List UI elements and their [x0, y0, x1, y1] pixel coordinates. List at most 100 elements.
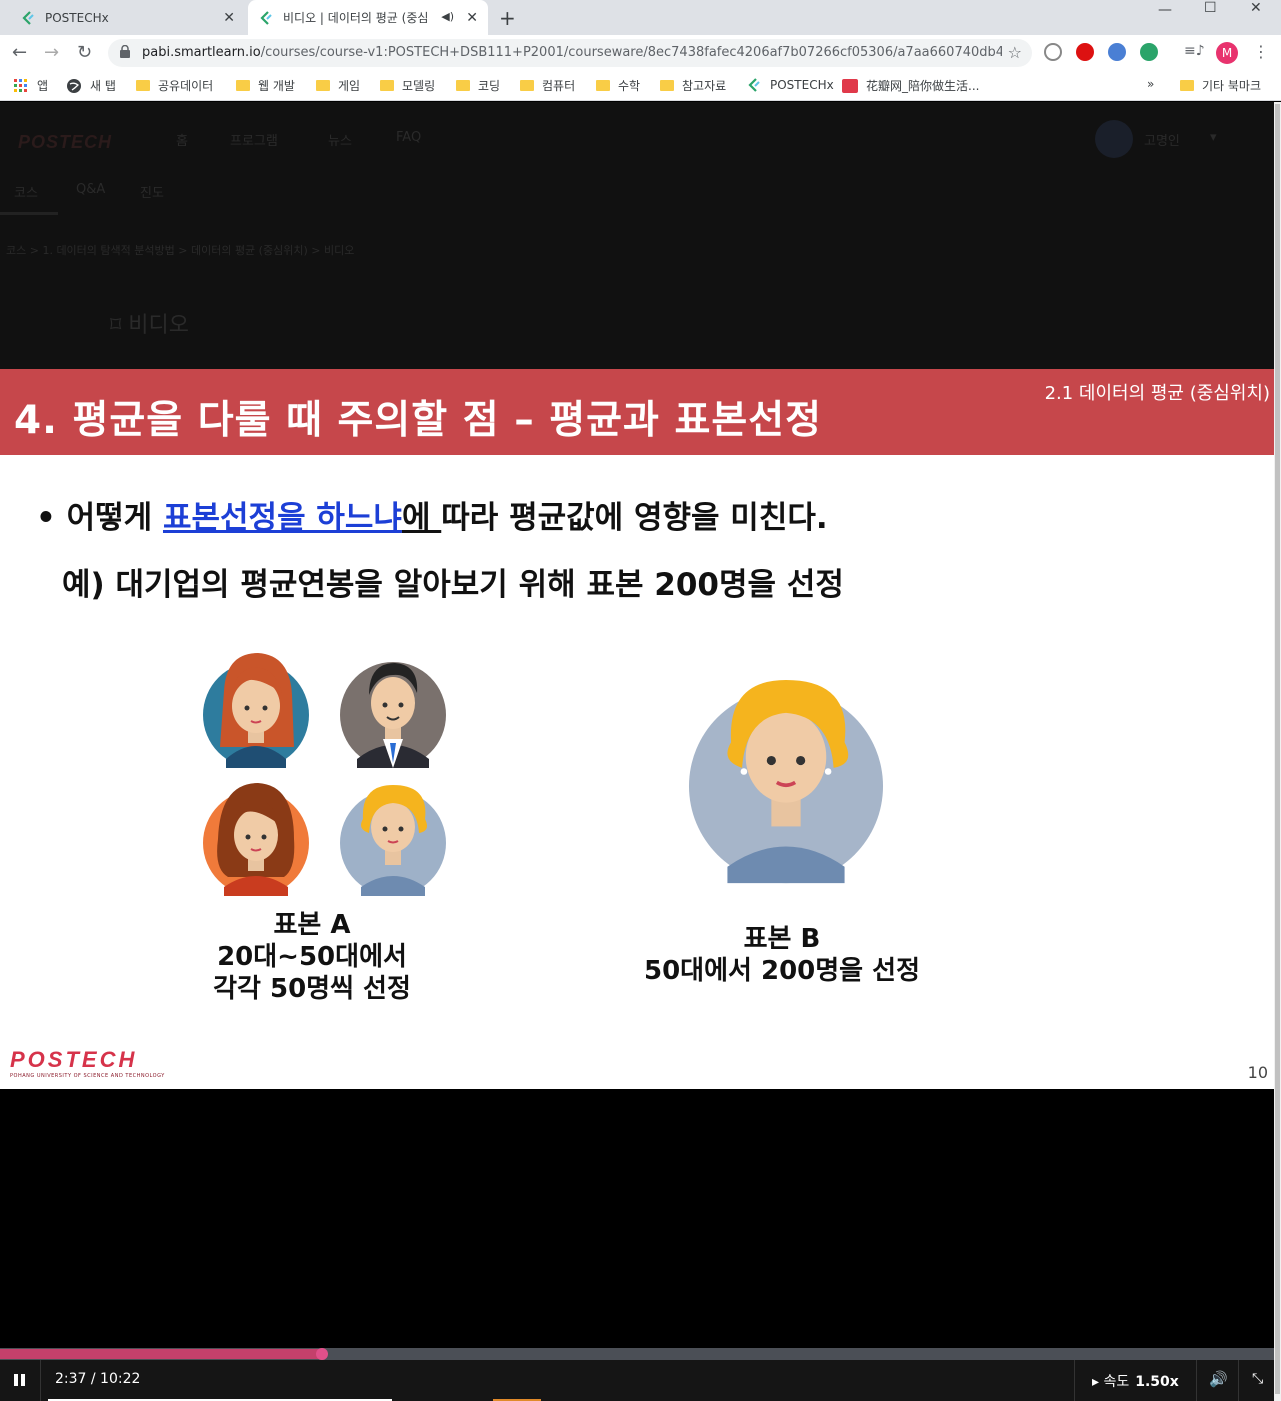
- audio-playing-icon[interactable]: ◀): [441, 10, 454, 23]
- highlight-link: 표본선정을 하느냐: [162, 500, 402, 536]
- folder-icon: [236, 80, 250, 91]
- reload-button[interactable]: ↻: [77, 42, 92, 63]
- extension-icon[interactable]: [1044, 43, 1062, 61]
- site-logo[interactable]: POSTECH: [18, 132, 112, 153]
- sample-b-caption: 표본 B 50대에서 200명을 선정: [620, 923, 944, 987]
- bookmark-folder[interactable]: 코딩: [456, 77, 500, 94]
- bookmark-folder[interactable]: 컴퓨터: [520, 77, 575, 94]
- browser-menu-icon[interactable]: ⋮: [1253, 42, 1269, 61]
- extension-icon[interactable]: [1076, 43, 1094, 61]
- browser-toolbar: ← → ↻ pabi.smartlearn.io/courses/course-…: [0, 35, 1281, 71]
- bookmark-postechx[interactable]: POSTECHx: [746, 77, 834, 93]
- bookmark-folder[interactable]: 웹 개발: [236, 77, 295, 94]
- bookmark-folder[interactable]: 공유데이터: [136, 77, 213, 94]
- forward-button[interactable]: →: [44, 42, 59, 63]
- user-avatar[interactable]: [1095, 120, 1133, 158]
- bookmark-label: 수학: [618, 79, 641, 93]
- apps-grid-icon: [14, 78, 27, 92]
- bookmark-star-icon[interactable]: ☆: [1008, 43, 1022, 62]
- bookmark-folder[interactable]: 수학: [596, 77, 640, 94]
- course-page: POSTECH 홈 프로그램 뉴스 FAQ 고명인 ▾ 코스 Q&A 진도 코스…: [0, 102, 1281, 369]
- bookmark-huaban[interactable]: 花瓣网_陪你做生活...: [842, 77, 979, 94]
- close-window-button[interactable]: ✕: [1250, 0, 1262, 16]
- new-tab-button[interactable]: +: [499, 6, 516, 30]
- unit-title: ⌑ 비디오: [110, 307, 189, 339]
- tab-video[interactable]: 비디오 | 데이터의 평균 (중심 ◀) ✕: [248, 0, 488, 35]
- divider: [1238, 1360, 1239, 1401]
- bookmark-label: 모델링: [402, 79, 436, 93]
- sample-b-line: 50대에서 200명을 선정: [644, 956, 920, 986]
- scrollbar-thumb[interactable]: [1275, 104, 1280, 1394]
- slide-section-label: 2.1 데이터의 평균 (중심위치): [1044, 383, 1270, 404]
- url-host: pabi.smartlearn.io: [142, 45, 261, 60]
- line-prefix: 어떻게: [66, 500, 163, 536]
- sample-a-line: 20대~50대에서: [217, 942, 407, 972]
- nav-home[interactable]: 홈: [176, 130, 188, 149]
- bookmark-label: 공유데이터: [158, 79, 214, 93]
- bookmark-label: POSTECHx: [770, 78, 834, 92]
- volume-icon[interactable]: 🔊: [1209, 1370, 1228, 1388]
- bookmark-new-tab[interactable]: 새 탭: [66, 77, 116, 94]
- tab-qna[interactable]: Q&A: [76, 182, 105, 197]
- bookmark-icon[interactable]: ⌑: [110, 313, 128, 338]
- nav-faq[interactable]: FAQ: [396, 130, 421, 145]
- media-control-icon[interactable]: ≡♪: [1184, 43, 1205, 61]
- video-frame[interactable]: 4. 평균을 다룰 때 주의할 점 – 평균과 표본선정 2.1 데이터의 평균…: [0, 369, 1274, 1089]
- divider: [40, 1360, 41, 1401]
- line-rest: 따라 평균값에 영향을 미친다.: [441, 500, 828, 536]
- huaban-icon: [842, 78, 858, 93]
- bookmark-folder[interactable]: 게임: [316, 77, 360, 94]
- close-tab-icon[interactable]: ✕: [223, 10, 235, 26]
- woman-curly-avatar-icon: [203, 783, 309, 896]
- speed-button[interactable]: ▸ 속도 1.50x: [1092, 1371, 1179, 1391]
- exit-fullscreen-icon[interactable]: ⤡: [1252, 1371, 1263, 1387]
- progress-handle[interactable]: [316, 1348, 328, 1360]
- bookmark-label: 앱: [37, 79, 49, 93]
- nav-news[interactable]: 뉴스: [328, 130, 352, 149]
- extension-icon[interactable]: [1140, 43, 1158, 61]
- divider: [1074, 1360, 1075, 1401]
- bookmark-label: 코딩: [478, 79, 501, 93]
- back-button[interactable]: ←: [12, 42, 27, 63]
- minimize-button[interactable]: —: [1158, 2, 1172, 18]
- user-menu-caret-icon[interactable]: ▾: [1210, 130, 1217, 145]
- other-bookmarks[interactable]: 기타 북마크: [1180, 77, 1261, 94]
- bookmark-label: 참고자료: [682, 79, 727, 93]
- older-woman-avatar-icon: [340, 785, 446, 896]
- tab-progress[interactable]: 진도: [140, 182, 164, 201]
- pause-icon[interactable]: [13, 1373, 27, 1387]
- folder-icon: [380, 80, 394, 91]
- breadcrumb: 코스 > 1. 데이터의 탐색적 분석방법 > 데이터의 평균 (중심위치) >…: [6, 244, 355, 257]
- user-name[interactable]: 고명인: [1144, 130, 1180, 149]
- url-text: pabi.smartlearn.io/courses/course-v1:POS…: [142, 45, 1002, 60]
- progress-fill: [0, 1349, 322, 1359]
- bookmark-folder[interactable]: 참고자료: [660, 77, 726, 94]
- bookmarks-overflow-button[interactable]: »: [1147, 77, 1154, 91]
- bullet-glyph: •: [36, 500, 56, 536]
- slide-bullet: • 어떻게 표본선정을 하느냐에 따라 평균값에 영향을 미친다.: [36, 492, 828, 537]
- tab-strip: POSTECHx ✕ 비디오 | 데이터의 평균 (중심 ◀) ✕ + — ☐ …: [0, 0, 1281, 35]
- close-tab-icon[interactable]: ✕: [466, 10, 478, 26]
- folder-icon: [660, 80, 674, 91]
- slide-example: 예) 대기업의 평균연봉을 알아보기 위해 표본 200명을 선정: [62, 567, 844, 603]
- bookmark-folder[interactable]: 모델링: [380, 77, 435, 94]
- tab-course[interactable]: 코스: [14, 182, 38, 201]
- url-path: /courses/course-v1:POSTECH+DSB111+P2001/…: [260, 45, 1002, 60]
- sample-a-caption: 표본 A 20대~50대에서 각각 50명씩 선정: [190, 909, 434, 1005]
- tab-title: 비디오 | 데이터의 평균 (중심: [283, 11, 429, 25]
- nav-programs[interactable]: 프로그램: [230, 130, 278, 149]
- line-link-tail: 에: [401, 500, 442, 536]
- tab-postechx[interactable]: POSTECHx ✕: [0, 0, 245, 35]
- bookmark-apps[interactable]: 앱: [14, 77, 48, 94]
- video-controls: 2:37 / 10:22 ▸ 속도 1.50x 🔊 ⤡: [0, 1360, 1274, 1401]
- address-bar[interactable]: pabi.smartlearn.io/courses/course-v1:POS…: [108, 39, 1032, 67]
- bookmark-label: 花瓣网_陪你做生活...: [866, 79, 980, 93]
- tab-title: POSTECHx: [45, 10, 109, 25]
- time-display: 2:37 / 10:22: [55, 1371, 141, 1387]
- folder-icon: [136, 80, 150, 91]
- bookmark-label: 컴퓨터: [542, 79, 576, 93]
- extension-icon[interactable]: [1108, 43, 1126, 61]
- folder-icon: [1180, 80, 1194, 91]
- maximize-button[interactable]: ☐: [1204, 0, 1217, 16]
- profile-avatar[interactable]: M: [1216, 42, 1238, 64]
